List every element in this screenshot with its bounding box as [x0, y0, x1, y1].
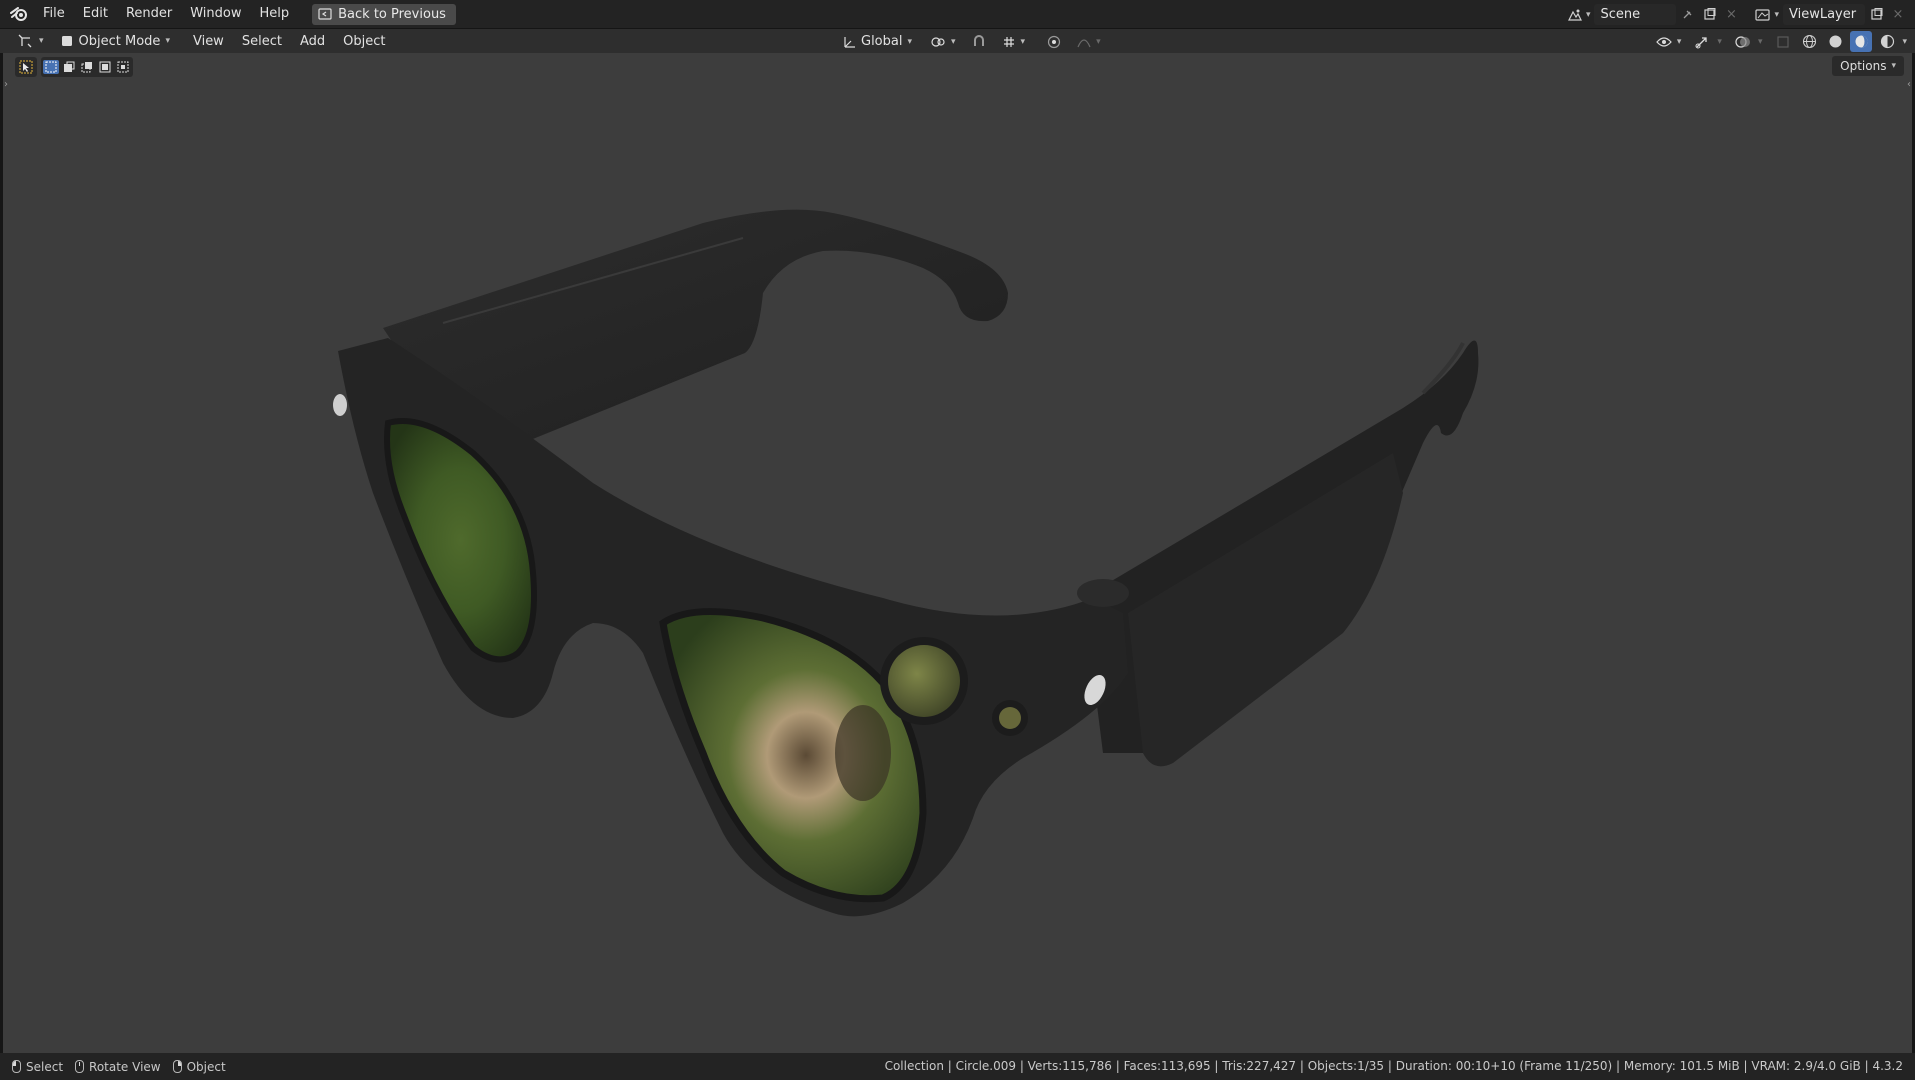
xray-toggle-icon[interactable]: [1772, 31, 1794, 52]
gizmo-chevron-icon[interactable]: ▾: [1717, 37, 1722, 47]
visibility-dropdown[interactable]: ▾: [1650, 32, 1688, 52]
overlays-icon[interactable]: [1732, 31, 1754, 52]
menu-edit[interactable]: Edit: [74, 3, 117, 25]
menu-view[interactable]: View: [184, 34, 233, 49]
falloff-curve-icon: [1077, 38, 1091, 47]
scene-statistics: Collection | Circle.009 | Verts:115,786 …: [884, 1059, 1903, 1073]
hint-object: Object: [172, 1059, 226, 1074]
scene-icon[interactable]: [1564, 4, 1586, 25]
snap-target-dropdown[interactable]: ▾: [996, 32, 1032, 52]
scene-name: Scene: [1600, 7, 1641, 22]
status-bar: Select Rotate View Object Collection | C…: [0, 1053, 1915, 1080]
scene-chevron-icon[interactable]: ▾: [1586, 10, 1591, 20]
menu-render[interactable]: Render: [117, 3, 181, 25]
object-mode-icon: [61, 36, 72, 46]
menu-help[interactable]: Help: [251, 3, 299, 25]
delete-scene-icon[interactable]: ×: [1720, 4, 1742, 25]
transform-controls: Global ▾ ▾ ▾ ▾: [836, 31, 1107, 52]
gizmo-icon[interactable]: [1691, 31, 1713, 52]
hint-rotate-view: Rotate View: [75, 1060, 161, 1074]
scene-selector-group: ▾ Scene × ▾ ViewLayer ×: [1564, 0, 1915, 29]
material-preview-shading-icon[interactable]: [1850, 31, 1873, 52]
shading-chevron-icon[interactable]: ▾: [1902, 37, 1907, 47]
smart-glasses-model[interactable]: [3, 53, 1912, 1053]
back-to-previous-button[interactable]: Back to Previous: [312, 3, 456, 25]
rendered-shading-icon[interactable]: [1876, 31, 1898, 52]
solid-shading-icon[interactable]: [1824, 31, 1846, 52]
pin-icon[interactable]: [1676, 4, 1698, 25]
view-layer-name: ViewLayer: [1789, 7, 1857, 22]
blender-window: File Edit Render Window Help Back to Pre…: [0, 0, 1915, 1080]
back-screen-icon: [318, 8, 332, 20]
view-layer-field[interactable]: ViewLayer: [1783, 4, 1865, 25]
overlays-chevron-icon[interactable]: ▾: [1758, 37, 1763, 47]
scene-name-field[interactable]: Scene: [1594, 4, 1677, 25]
mode-dropdown[interactable]: Object Mode ▾: [54, 31, 176, 51]
wireframe-shading-icon[interactable]: [1798, 31, 1820, 52]
editor-type-dropdown[interactable]: ▾: [12, 31, 50, 51]
hint-object-label: Object: [186, 1059, 226, 1074]
new-scene-icon[interactable]: [1698, 4, 1720, 25]
mouse-left-icon: [12, 1060, 21, 1073]
orientation-dropdown[interactable]: Global ▾: [836, 32, 918, 52]
menu-window[interactable]: Window: [181, 3, 250, 25]
pivot-dropdown[interactable]: ▾: [924, 32, 962, 52]
hint-select: Select: [12, 1060, 63, 1074]
falloff-dropdown[interactable]: ▾: [1071, 32, 1107, 52]
eye-icon: [1656, 36, 1672, 47]
back-to-previous-label: Back to Previous: [338, 6, 446, 22]
3d-viewport[interactable]: › ‹ Options ▾: [3, 53, 1912, 1053]
mode-label: Object Mode: [78, 33, 161, 49]
mouse-middle-icon: [75, 1060, 85, 1073]
orientation-axes-icon: [844, 36, 855, 48]
new-view-layer-icon[interactable]: [1865, 4, 1887, 25]
shading-controls: ▾ ▾ ▾ ▾: [1650, 31, 1907, 52]
menu-object[interactable]: Object: [334, 34, 394, 49]
menu-select[interactable]: Select: [233, 34, 291, 49]
delete-view-layer-icon[interactable]: ×: [1887, 4, 1909, 25]
3d-viewport-icon: [18, 34, 32, 48]
snap-grid-icon: [1003, 36, 1014, 47]
hint-select-label: Select: [26, 1059, 64, 1074]
orientation-label: Global: [861, 34, 903, 49]
proportional-editing-icon[interactable]: [1043, 31, 1065, 52]
menu-add[interactable]: Add: [291, 34, 334, 49]
mouse-right-icon: [172, 1060, 182, 1073]
view-layer-icon[interactable]: [1752, 4, 1774, 25]
top-menu-bar: File Edit Render Window Help Back to Pre…: [0, 0, 1915, 29]
view-layer-chevron-icon[interactable]: ▾: [1774, 10, 1779, 20]
pivot-icon: [931, 36, 945, 47]
hint-rotate-label: Rotate View: [89, 1059, 161, 1074]
menu-file[interactable]: File: [34, 3, 74, 25]
viewport-header: ▾ Object Mode ▾ View Select Add Object G…: [0, 29, 1915, 53]
blender-logo-icon[interactable]: [4, 0, 34, 29]
snap-toggle-icon[interactable]: [968, 31, 990, 52]
